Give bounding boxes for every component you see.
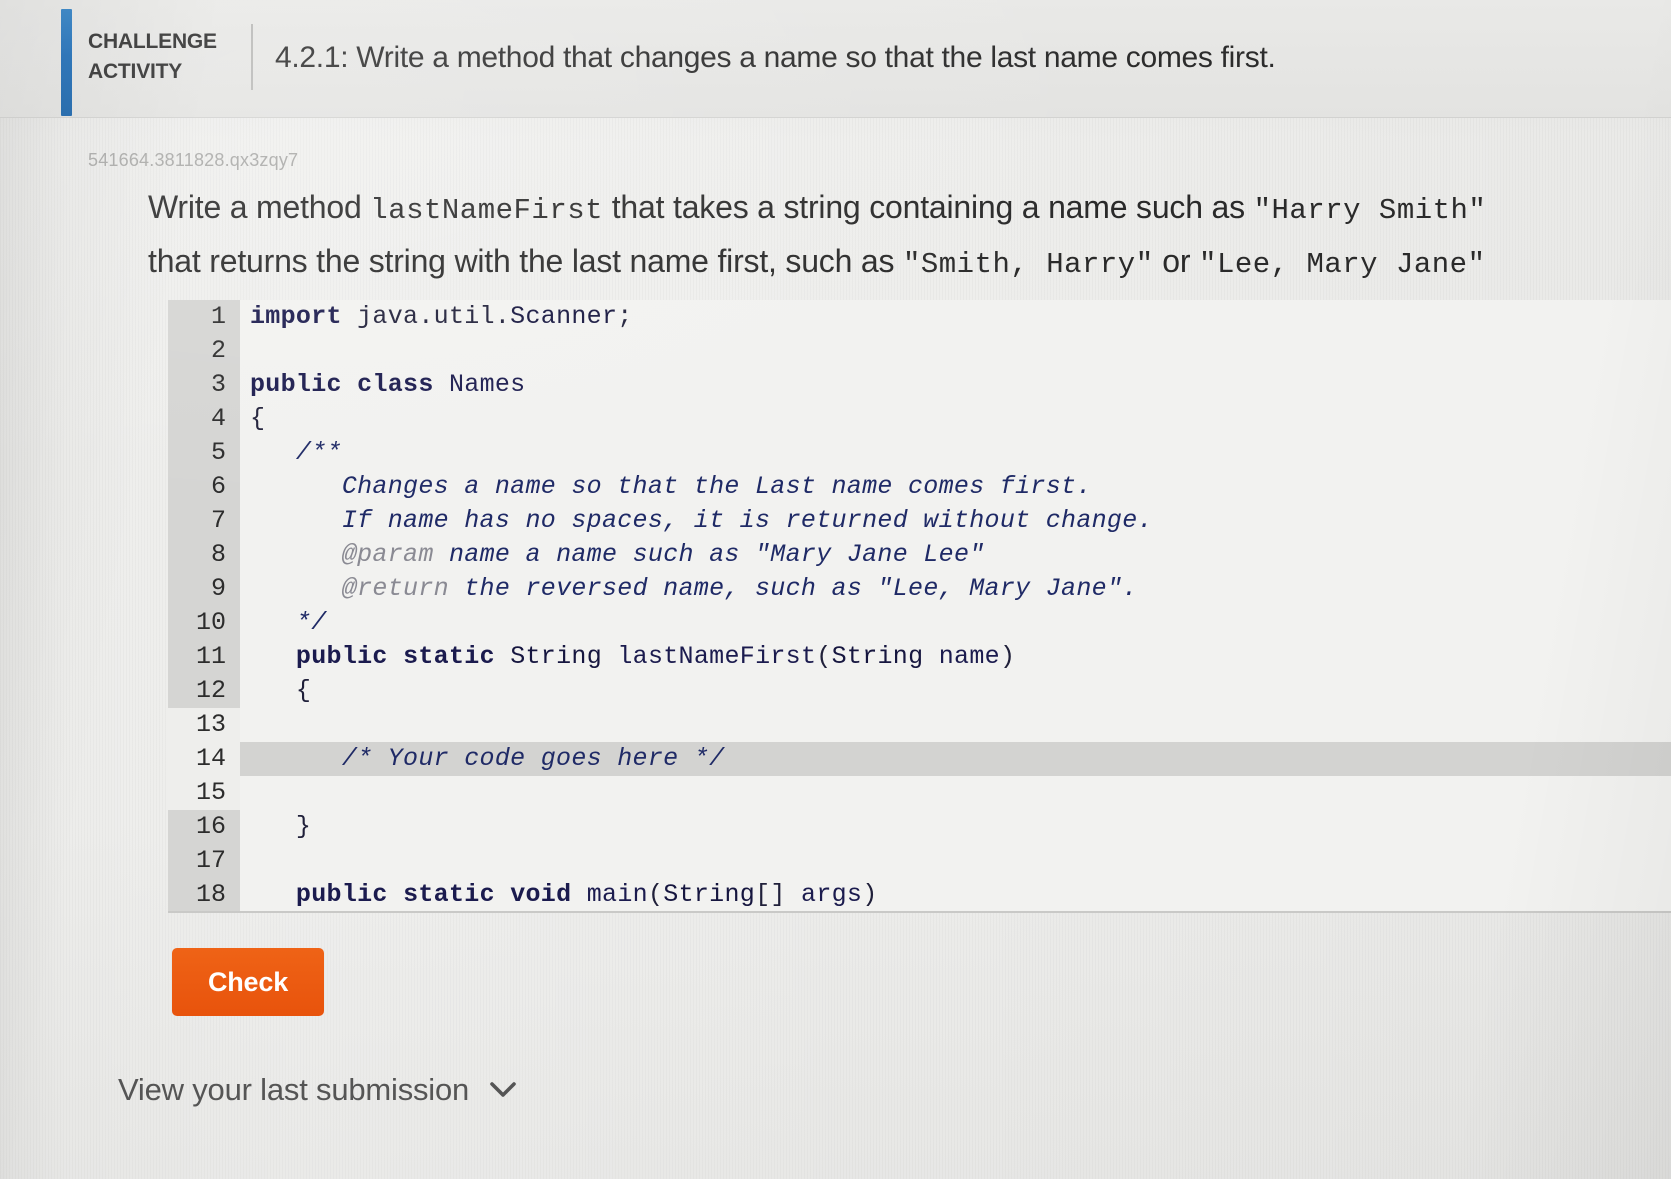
activity-title: 4.2.1: Write a method that changes a nam…	[275, 41, 1276, 74]
code-line-text[interactable]: @return the reversed name, such as "Lee,…	[240, 572, 1671, 606]
prompt-example-output-1: "Smith, Harry"	[902, 248, 1154, 281]
code-line[interactable]: 5 /**	[168, 436, 1671, 470]
line-number: 18	[168, 878, 240, 912]
prompt-text-3: that returns the string with the last na…	[148, 243, 903, 279]
code-line-text[interactable]: }	[240, 810, 1671, 844]
prompt-method-name: lastNameFirst	[370, 194, 604, 227]
code-line[interactable]: 10 */	[168, 606, 1671, 640]
code-line-text[interactable]: /**	[240, 436, 1671, 470]
code-line[interactable]: 17	[168, 844, 1671, 878]
chevron-down-icon[interactable]	[489, 1080, 517, 1100]
code-line[interactable]: 16 }	[168, 810, 1671, 844]
code-line-text[interactable]	[240, 334, 1671, 368]
code-line-text[interactable]: If name has no spaces, it is returned wi…	[240, 504, 1671, 538]
header-accent-bar	[61, 9, 72, 116]
code-line[interactable]: 1 import java.util.Scanner;	[168, 300, 1671, 334]
line-number: 16	[168, 810, 240, 844]
challenge-activity-label-line2: ACTIVITY	[88, 60, 183, 83]
view-last-submission-toggle[interactable]: View your last submission	[118, 1072, 517, 1108]
code-line-text[interactable]	[240, 844, 1671, 878]
code-editor[interactable]: 1 import java.util.Scanner; 2 3 public class…	[168, 300, 1671, 912]
line-number: 2	[168, 334, 240, 368]
prompt-text-1: Write a method	[148, 189, 371, 225]
code-line-text[interactable]: */	[240, 606, 1671, 640]
line-number: 10	[168, 606, 240, 640]
line-number: 11	[168, 640, 240, 674]
code-line[interactable]: 3 public class Names	[168, 368, 1671, 402]
code-line-text[interactable]: /* Your code goes here */	[240, 742, 1671, 776]
code-line-text[interactable]: public static String lastNameFirst(Strin…	[240, 640, 1671, 674]
line-number: 8	[168, 538, 240, 572]
code-editor-lines[interactable]: 1 import java.util.Scanner; 2 3 public class…	[168, 300, 1671, 912]
code-line[interactable]: 18 public static void main(String[] args…	[168, 878, 1671, 912]
line-number: 17	[168, 844, 240, 878]
prompt-example-output-2: "Lee, Mary Jane"	[1199, 248, 1486, 281]
line-number: 3	[168, 368, 240, 402]
code-line-text[interactable]	[240, 776, 1671, 810]
line-number: 14	[168, 742, 240, 776]
code-line-text[interactable]	[240, 708, 1671, 742]
line-number: 1	[168, 300, 240, 334]
line-number: 13	[168, 708, 240, 742]
code-line[interactable]: 2	[168, 334, 1671, 368]
challenge-activity-page: CHALLENGE ACTIVITY 4.2.1: Write a method…	[0, 0, 1671, 1179]
code-line-text[interactable]: {	[240, 674, 1671, 708]
line-number: 5	[168, 436, 240, 470]
code-line[interactable]: 15	[168, 776, 1671, 810]
code-line[interactable]: 14 /* Your code goes here */	[168, 742, 1671, 776]
code-line[interactable]: 4{	[168, 402, 1671, 436]
code-line-text[interactable]: Changes a name so that the Last name com…	[240, 470, 1671, 504]
line-number: 4	[168, 402, 240, 436]
check-button[interactable]: Check	[172, 948, 324, 1016]
code-line[interactable]: 7 If name has no spaces, it is returned …	[168, 504, 1671, 538]
code-line[interactable]: 11 public static String lastNameFirst(St…	[168, 640, 1671, 674]
line-number: 9	[168, 572, 240, 606]
line-number: 12	[168, 674, 240, 708]
line-number: 15	[168, 776, 240, 810]
code-line[interactable]: 6 Changes a name so that the Last name c…	[168, 470, 1671, 504]
code-line[interactable]: 12 {	[168, 674, 1671, 708]
code-line-text[interactable]: public class Names	[240, 368, 1671, 402]
view-last-submission-label: View your last submission	[118, 1072, 470, 1107]
code-line-text[interactable]: public static void main(String[] args)	[240, 878, 1671, 912]
code-line[interactable]: 13	[168, 708, 1671, 742]
prompt-example-input: "Harry Smith"	[1253, 194, 1487, 227]
prompt-text-4: or	[1153, 243, 1200, 279]
code-line[interactable]: 9 @return the reversed name, such as "Le…	[168, 572, 1671, 606]
challenge-activity-label-line1: CHALLENGE	[88, 30, 217, 53]
line-number: 7	[168, 504, 240, 538]
code-editor-bottom-edge	[168, 911, 1671, 913]
code-line-text[interactable]: import java.util.Scanner;	[240, 300, 1671, 334]
activity-header: CHALLENGE ACTIVITY 4.2.1: Write a method…	[0, 0, 1671, 118]
header-divider	[251, 24, 253, 90]
line-number: 6	[168, 470, 240, 504]
code-line-text[interactable]: @param name a name such as "Mary Jane Le…	[240, 538, 1671, 572]
code-line[interactable]: 8 @param name a name such as "Mary Jane …	[168, 538, 1671, 572]
prompt-text-2: that takes a string containing a name su…	[603, 189, 1254, 225]
problem-statement: Write a method lastNameFirst that takes …	[148, 182, 1671, 290]
problem-id: 541664.3811828.qx3zqy7	[88, 150, 299, 170]
challenge-activity-label: CHALLENGE ACTIVITY	[88, 27, 243, 87]
code-line-text[interactable]: {	[240, 402, 1671, 436]
